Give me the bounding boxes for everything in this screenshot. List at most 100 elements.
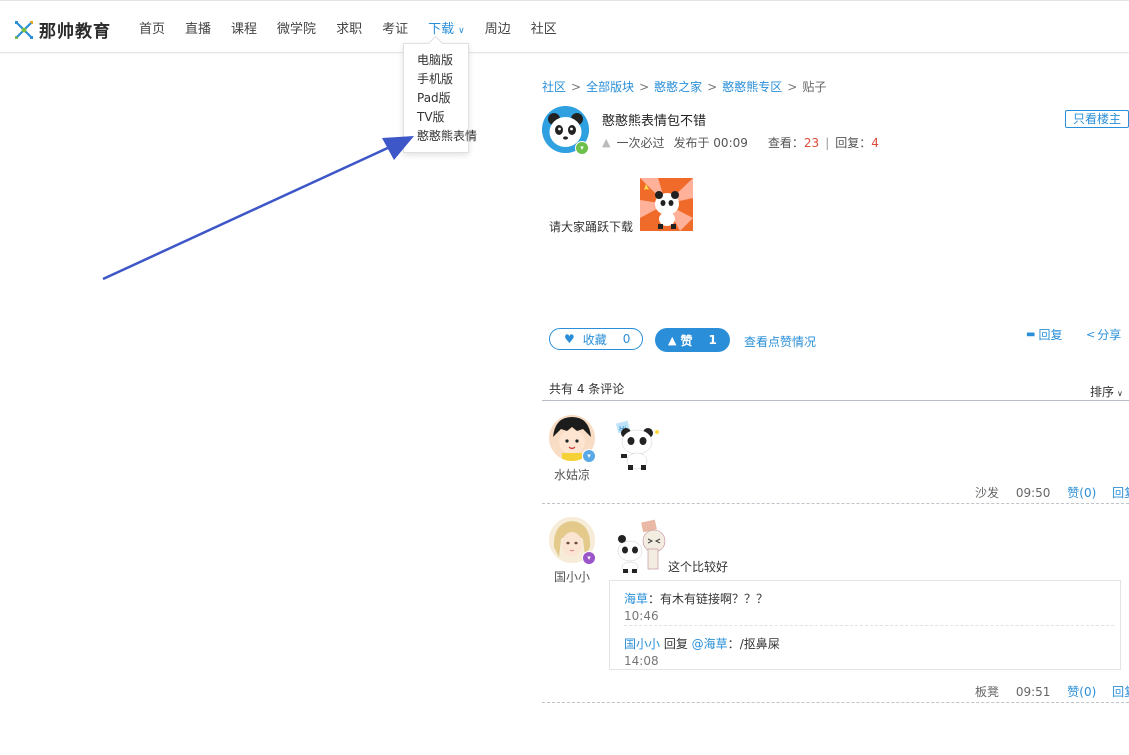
nav-micro-academy[interactable]: 微学院 [277, 18, 316, 37]
only-view-owner-button[interactable]: 只看楼主 [1065, 110, 1129, 128]
menu-item-stickers[interactable]: 憨憨熊表情 [417, 127, 477, 146]
post-published-time: 发布于 00:09 [673, 136, 748, 150]
chevron-down-icon: ∨ [458, 26, 465, 36]
nav-download[interactable]: 下载 ∨ [428, 18, 465, 37]
divider [542, 702, 1129, 703]
views-count: 23 [803, 135, 820, 150]
replies-count: 4 [871, 135, 879, 150]
breadcrumb-hanhan-home[interactable]: 憨憨之家 [654, 80, 702, 94]
comment-sticker-image[interactable] [614, 519, 668, 573]
heart-icon: ♥ [564, 332, 575, 346]
comment-time: 09:51 [1015, 685, 1051, 699]
brand-name: 那帅教育 [39, 22, 111, 42]
commenter-name[interactable]: 国小小 [554, 568, 590, 585]
reply-user[interactable]: 国小小 [624, 637, 660, 651]
comment-reply-button[interactable]: 回复 [1112, 486, 1129, 500]
comment-reply-button[interactable]: 回复 [1112, 685, 1129, 699]
comment-count: 共有 4 条评论 [549, 382, 625, 396]
breadcrumb-separator: > [639, 80, 650, 94]
post-title: 憨憨熊表情包不错 [602, 114, 707, 129]
post-body-text: 请大家踊跃下载 [549, 220, 634, 234]
nav-live[interactable]: 直播 [185, 18, 211, 37]
reply-post-button[interactable]: ▬ 回复 [1026, 326, 1062, 343]
nav-home[interactable]: 首页 [139, 18, 165, 37]
nested-reply-box: 海草：有木有链接啊？？？ 10:46 国小小 回复 @海草：/抠鼻屎 14:08 [609, 580, 1121, 670]
divider [624, 625, 1114, 626]
divider [542, 503, 1129, 504]
reply-user[interactable]: 海草 [624, 592, 648, 606]
logo-mark-icon [15, 20, 33, 39]
reply-text: /抠鼻屎 [739, 637, 780, 651]
reply-time: 10:46 [624, 609, 659, 623]
reply-time: 14:08 [624, 654, 659, 668]
comment-text: 这个比较好 [668, 560, 729, 574]
nested-reply: 海草：有木有链接啊？？？ [624, 590, 768, 607]
comment-meta: 板凳 09:51 赞(0) 回复 [975, 683, 1129, 700]
meta-divider: | [825, 135, 830, 150]
level-badge-icon: ▾ [575, 141, 589, 155]
post-sticker-image[interactable] [640, 178, 693, 231]
top-navigation-bar: 那帅教育 首页 直播 课程 微学院 求职 考证 下载 ∨ 周边 社区 [0, 0, 1129, 53]
breadcrumb-bear-zone[interactable]: 憨憨熊专区 [722, 80, 782, 94]
like-button[interactable]: ▲ 赞 1 [655, 328, 730, 352]
divider [542, 400, 1129, 401]
comment-sticker-image[interactable]: Hi [614, 418, 664, 472]
post-author[interactable]: 一次必过 [616, 134, 664, 151]
chevron-down-icon: ∨ [1117, 389, 1123, 398]
reply-mention[interactable]: @海草 [692, 637, 728, 651]
comment-floor: 板凳 [975, 685, 1000, 699]
breadcrumb-current: 贴子 [802, 80, 827, 94]
reply-separator: ： [648, 592, 661, 606]
comment-meta: 沙发 09:50 赞(0) 回复 [975, 484, 1129, 501]
nested-reply: 国小小 回复 @海草：/抠鼻屎 [624, 635, 780, 652]
like-count: 1 [708, 333, 717, 347]
menu-item-tv[interactable]: TV版 [417, 108, 468, 127]
favorite-button[interactable]: ♥ 收藏 0 [549, 328, 643, 350]
breadcrumb-all-sections[interactable]: 全部版块 [586, 80, 634, 94]
views-label: 查看： [767, 136, 804, 150]
commenter-name[interactable]: 水姑凉 [554, 466, 590, 483]
sort-dropdown[interactable]: 排序 ∨ [1090, 383, 1123, 400]
comment-like-button[interactable]: 赞(0) [1067, 685, 1096, 699]
comment-floor: 沙发 [975, 486, 1000, 500]
share-icon: < [1086, 328, 1096, 341]
comment-like-button[interactable]: 赞(0) [1067, 486, 1096, 500]
nav-certification[interactable]: 考证 [382, 18, 408, 37]
reply-text: 有木有链接啊？？？ [660, 592, 769, 606]
breadcrumb-separator: > [571, 80, 582, 94]
reply-verb: 回复 [660, 637, 692, 651]
sort-label: 排序 [1090, 385, 1115, 399]
comment-time: 09:50 [1015, 486, 1051, 500]
post-meta: ▲ 一次必过 发布于 00:09 查看： 23 | 回复： 4 [602, 134, 879, 151]
nav-jobs[interactable]: 求职 [336, 18, 362, 37]
menu-item-pad[interactable]: Pad版 [417, 89, 468, 108]
arrow-shaft [102, 144, 393, 281]
nav-download-label: 下载 [428, 22, 455, 37]
user-icon: ▲ [602, 136, 611, 149]
reply-post-label: 回复 [1038, 328, 1063, 342]
nav-courses[interactable]: 课程 [231, 18, 257, 37]
breadcrumb: 社区 > 全部版块 > 憨憨之家 > 憨憨熊专区 > 贴子 [542, 78, 826, 95]
share-button[interactable]: < 分享 [1086, 326, 1121, 343]
breadcrumb-separator: > [707, 80, 718, 94]
thumbs-up-icon: ▲ [668, 333, 677, 347]
nav-merch[interactable]: 周边 [485, 18, 511, 37]
reply-separator: ： [727, 637, 740, 651]
replies-label: 回复： [835, 136, 872, 150]
main-nav: 首页 直播 课程 微学院 求职 考证 下载 ∨ 周边 社区 [139, 18, 577, 37]
breadcrumb-community[interactable]: 社区 [542, 80, 566, 94]
menu-item-mobile[interactable]: 手机版 [417, 70, 468, 89]
download-dropdown-menu: 电脑版 手机版 Pad版 TV版 憨憨熊表情 [403, 43, 477, 153]
panda-sticker-icon: Hi [615, 420, 659, 470]
level-badge-icon: ▾ [582, 449, 596, 463]
like-label: 赞 [680, 333, 693, 348]
favorite-label: 收藏 [582, 332, 607, 347]
brand-logo[interactable]: 那帅教育 [14, 17, 111, 42]
share-label: 分享 [1097, 328, 1122, 342]
view-likes-link[interactable]: 查看点赞情况 [744, 333, 816, 350]
menu-item-pc[interactable]: 电脑版 [417, 51, 468, 70]
level-badge-icon: ▾ [582, 551, 596, 565]
nav-community[interactable]: 社区 [531, 18, 557, 37]
panda-sticker-icon [617, 519, 666, 573]
panda-sticker-icon [640, 178, 693, 231]
